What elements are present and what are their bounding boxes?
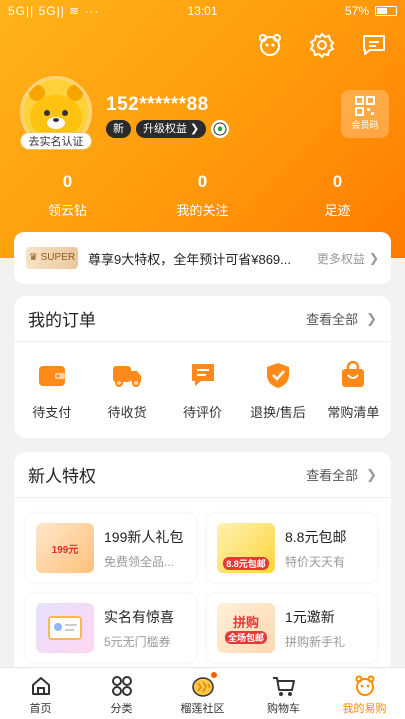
notification-dot xyxy=(210,672,217,678)
tab-label: 我的易购 xyxy=(342,703,387,715)
perk-invite[interactable]: 拼购 全场包邮 1元邀新 拼购新手礼 xyxy=(207,594,377,662)
shield-check-icon xyxy=(240,358,315,392)
truck-icon xyxy=(89,358,164,392)
super-description: 尊享9大特权，全年预计可省¥869... xyxy=(88,251,291,267)
view-all-label: 查看全部 xyxy=(306,468,359,483)
coin-icon: 8.8元包邮 xyxy=(217,523,275,573)
perk-gift-pack[interactable]: 199元 199新人礼包 免费领全品... xyxy=(26,514,196,582)
order-frequent-list[interactable]: 常购清单 xyxy=(316,358,391,421)
perk-grid: 199元 199新人礼包 免费领全品... 8.8元包邮 8.8元包邮 特价天天… xyxy=(14,498,391,678)
new-user-badge: 新 xyxy=(106,120,131,138)
perk-subtitle: 免费领全品... xyxy=(104,554,175,569)
perk-badge: 199元 xyxy=(51,544,79,556)
wallet-icon xyxy=(14,358,89,392)
chevron-right-icon: ❯ xyxy=(368,251,379,265)
order-pending-payment[interactable]: 待支付 xyxy=(14,358,89,421)
perk-subtitle: 特价天天有 xyxy=(285,554,346,569)
tab-label: 首页 xyxy=(29,703,52,715)
cart-icon xyxy=(243,674,324,698)
user-phone: 152******88 xyxy=(106,94,209,115)
stat-label: 我的关注 xyxy=(176,203,229,218)
perks-view-all[interactable]: 查看全部 ❯ xyxy=(306,465,377,484)
message-icon[interactable] xyxy=(359,30,389,60)
super-badge: ♛ SUPER xyxy=(26,247,78,269)
new-user-perks-card: 新人特权 查看全部 ❯ 199元 199新人礼包 免费领全品... 8.8元包邮… xyxy=(14,452,391,682)
orders-header: 我的订单 查看全部 ❯ xyxy=(14,296,391,342)
mascot-icon[interactable] xyxy=(255,30,285,60)
order-label: 待支付 xyxy=(32,405,72,420)
status-right: 57% xyxy=(345,4,397,18)
member-code-button[interactable]: 会员码 xyxy=(341,90,389,138)
perk-subtitle: 5元无门槛券 xyxy=(104,634,171,649)
perk-title: 199新人礼包 xyxy=(104,528,184,545)
order-label: 待收货 xyxy=(107,405,147,420)
perk-badge: 全场包邮 xyxy=(224,631,267,644)
header-actions xyxy=(255,30,389,60)
more-benefits-link[interactable]: 更多权益 ❯ xyxy=(317,250,379,267)
stat-history[interactable]: 0 足迹 xyxy=(270,172,405,219)
perk-title: 1元邀新 xyxy=(285,608,335,625)
perk-badge: 8.8元包邮 xyxy=(223,557,269,570)
orders-title: 我的订单 xyxy=(28,311,96,330)
category-icon xyxy=(81,674,162,698)
stat-value: 0 xyxy=(197,172,208,191)
user-tags: 新 升级权益 ❯ xyxy=(106,120,230,138)
tab-home[interactable]: 首页 xyxy=(0,668,81,719)
chevron-right-icon: ❯ xyxy=(366,466,377,482)
id-card-icon xyxy=(36,603,94,653)
stat-following[interactable]: 0 我的关注 xyxy=(135,172,270,219)
settings-gear-icon[interactable] xyxy=(307,30,337,60)
chevron-right-icon: ❯ xyxy=(366,310,377,326)
battery-percent: 57% xyxy=(344,4,369,18)
perk-subtitle: 拼购新手礼 xyxy=(285,634,346,649)
profile-mascot-icon xyxy=(324,674,405,698)
tab-label: 榴莲社区 xyxy=(180,703,225,715)
member-code-label: 会员码 xyxy=(351,120,379,130)
super-membership-banner[interactable]: ♛ SUPER 尊享9大特权，全年预计可省¥869... 更多权益 ❯ xyxy=(14,232,391,284)
tab-label: 分类 xyxy=(110,703,133,715)
tab-category[interactable]: 分类 xyxy=(81,668,162,719)
user-stats: 0 领云钻 0 我的关注 0 足迹 xyxy=(0,172,405,219)
bottom-tab-bar: 首页 分类 榴莲社区 购物车 我的易购 xyxy=(0,667,405,719)
battery-icon xyxy=(375,6,397,16)
group-buy-logo-text: 拼购 xyxy=(232,615,259,630)
review-icon xyxy=(165,358,240,392)
perk-verify-surprise[interactable]: 实名有惊喜 5元无门槛券 xyxy=(26,594,196,662)
qr-code-icon xyxy=(355,96,375,116)
perks-title: 新人特权 xyxy=(28,467,96,486)
stat-label: 领云钻 xyxy=(47,203,87,218)
verify-identity-tag[interactable]: 去实名认证 xyxy=(20,132,92,150)
football-icon[interactable] xyxy=(211,120,230,138)
home-icon xyxy=(0,674,81,698)
order-status-row: 待支付 待收货 待评价 退换/售后 常购清单 xyxy=(14,342,391,421)
perks-header: 新人特权 查看全部 ❯ xyxy=(14,452,391,498)
gift-icon: 199元 xyxy=(36,523,94,573)
upgrade-benefits-button[interactable]: 升级权益 ❯ xyxy=(136,120,207,138)
order-label: 待评价 xyxy=(183,405,223,420)
orders-card: 我的订单 查看全部 ❯ 待支付 待收货 待评价 退换/售后 常购清单 xyxy=(14,296,391,438)
stat-label: 足迹 xyxy=(324,203,351,218)
view-all-label: 查看全部 xyxy=(306,312,359,327)
group-buy-icon: 拼购 全场包邮 xyxy=(217,603,275,653)
tab-label: 购物车 xyxy=(267,703,300,715)
stat-value: 0 xyxy=(62,172,73,191)
tab-durian-community[interactable]: 榴莲社区 xyxy=(162,668,243,719)
shopping-bag-icon xyxy=(316,358,391,392)
orders-view-all[interactable]: 查看全部 ❯ xyxy=(306,309,377,328)
order-label: 常购清单 xyxy=(327,405,380,420)
order-pending-receipt[interactable]: 待收货 xyxy=(89,358,164,421)
tab-cart[interactable]: 购物车 xyxy=(243,668,324,719)
perk-title: 实名有惊喜 xyxy=(104,608,174,625)
status-bar: 5G|| 5G|| ≋ ··· 13:01 57% xyxy=(0,0,405,22)
order-after-sales[interactable]: 退换/售后 xyxy=(240,358,315,421)
durian-icon xyxy=(162,674,243,698)
tab-my-suning[interactable]: 我的易购 xyxy=(324,668,405,719)
perk-free-shipping[interactable]: 8.8元包邮 8.8元包邮 特价天天有 xyxy=(207,514,377,582)
stat-value: 0 xyxy=(332,172,343,191)
perk-title: 8.8元包邮 xyxy=(285,528,347,545)
more-benefits-label: 更多权益 xyxy=(316,251,365,266)
order-pending-review[interactable]: 待评价 xyxy=(165,358,240,421)
stat-yunzuan[interactable]: 0 领云钻 xyxy=(0,172,135,219)
order-label: 退换/售后 xyxy=(250,405,306,420)
